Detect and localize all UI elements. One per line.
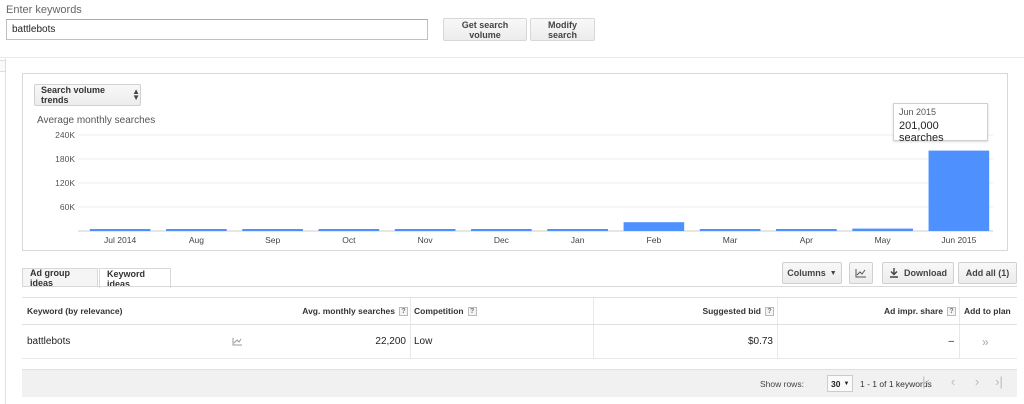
- columns-button[interactable]: Columns ▼: [782, 262, 842, 284]
- chart-bar: [318, 229, 380, 231]
- header-competition[interactable]: Competition?: [414, 298, 477, 324]
- tooltip-date: Jun 2015: [899, 107, 937, 117]
- show-rows-label: Show rows:: [760, 379, 804, 389]
- table-header: Keyword (by relevance) Avg. monthly sear…: [22, 297, 1017, 325]
- x-tick-label: Jan: [571, 235, 585, 245]
- x-tick-label: Aug: [189, 235, 204, 245]
- chart-bar: [242, 229, 303, 231]
- prev-page-icon[interactable]: ‹: [944, 374, 962, 389]
- chart-bar: [928, 150, 990, 231]
- help-icon[interactable]: ?: [467, 306, 477, 316]
- row-add-to-plan-icon[interactable]: »: [982, 325, 989, 358]
- download-button[interactable]: Download: [882, 262, 954, 284]
- chart-bar: [699, 229, 761, 231]
- add-all-button[interactable]: Add all (1): [958, 262, 1017, 284]
- columns-label: Columns: [787, 268, 826, 278]
- tab-keyword-ideas[interactable]: Keyword ideas: [99, 268, 171, 289]
- chart-bar: [89, 229, 151, 231]
- header-keyword[interactable]: Keyword (by relevance): [27, 298, 122, 324]
- header-avg-monthly-searches[interactable]: Avg. monthly searches?: [222, 298, 408, 324]
- x-tick-label: Feb: [647, 235, 662, 245]
- tab-ad-group-ideas[interactable]: Ad group ideas: [22, 268, 98, 288]
- table-row: battlebots 22,200 Low $0.73 – »: [22, 325, 1017, 359]
- tabs-divider: [22, 286, 1017, 287]
- row-ad-impr-share: –: [948, 336, 954, 347]
- chart-bar: [776, 229, 837, 231]
- trend-line-icon: [855, 269, 866, 278]
- chart-bar: [623, 222, 685, 231]
- enter-keywords-label: Enter keywords: [6, 4, 82, 16]
- dropdown-arrow-icon: ▼: [829, 269, 837, 277]
- x-tick-label: Mar: [723, 235, 738, 245]
- x-tick-label: Sep: [265, 235, 280, 245]
- tooltip-value: 201,000 searches: [899, 120, 944, 144]
- help-icon[interactable]: ?: [399, 306, 408, 316]
- x-tick-label: Jun 2015: [941, 235, 976, 245]
- bar-chart: 60K 120K 180K 240K Jul 2014 Aug Sep Oct Nov Dec Ja…: [55, 130, 993, 245]
- x-tick-label: Jul 2014: [104, 235, 136, 245]
- get-search-volume-button[interactable]: Get search volume: [443, 18, 527, 41]
- chart-bar: [471, 229, 532, 231]
- chart-bar: [852, 228, 913, 231]
- chart-bar: [166, 229, 227, 231]
- dropdown-arrow-icon: ▼: [843, 380, 850, 387]
- download-label: Download: [904, 268, 947, 278]
- keyword-table: Keyword (by relevance) Avg. monthly sear…: [22, 297, 1017, 359]
- row-suggested-bid: $0.73: [747, 336, 773, 347]
- rows-per-page-select[interactable]: 30 ▼: [827, 375, 853, 392]
- search-volume-chart-panel: Search volume trends ▲ ▼ Average monthly …: [22, 73, 1008, 251]
- x-tick-label: Apr: [800, 235, 813, 245]
- y-tick-label: 240K: [55, 130, 75, 140]
- chart-tooltip: Jun 2015 201,000 searches: [893, 103, 988, 144]
- x-tick-label: Nov: [418, 235, 434, 245]
- x-tick-label: Oct: [342, 235, 356, 245]
- chart-bar: [394, 229, 456, 231]
- keyword-entry-bar: Enter keywords Get search volume Modify …: [0, 0, 1024, 58]
- y-tick-label: 180K: [55, 154, 75, 164]
- y-tick-label: 60K: [60, 202, 75, 212]
- row-competition: Low: [414, 336, 433, 347]
- left-frame-line: [5, 58, 6, 404]
- help-icon[interactable]: ?: [947, 306, 956, 316]
- x-tick-label: May: [875, 235, 892, 245]
- download-icon: [890, 268, 898, 278]
- header-add-to-plan: Add to plan: [964, 306, 1011, 316]
- table-footer: Show rows: 30 ▼ 1 - 1 of 1 keywords |‹ ‹…: [22, 369, 1017, 397]
- last-page-icon[interactable]: ›|: [990, 374, 1008, 389]
- chart-bar: [547, 229, 608, 231]
- header-suggested-bid[interactable]: Suggested bid?: [597, 298, 774, 324]
- first-page-icon[interactable]: |‹: [917, 374, 935, 389]
- row-avg-searches: 22,200: [375, 336, 406, 347]
- next-page-icon[interactable]: ›: [968, 374, 986, 389]
- keyword-input[interactable]: [6, 19, 428, 40]
- y-tick-label: 120K: [55, 178, 75, 188]
- chart-toggle-button[interactable]: [849, 262, 873, 284]
- side-panel-handle[interactable]: [0, 60, 6, 72]
- row-keyword: battlebots: [27, 336, 71, 347]
- x-tick-label: Dec: [494, 235, 510, 245]
- header-ad-impr-share[interactable]: Ad impr. share?: [782, 298, 956, 324]
- modify-search-button[interactable]: Modify search: [530, 18, 595, 41]
- help-icon[interactable]: ?: [765, 306, 774, 316]
